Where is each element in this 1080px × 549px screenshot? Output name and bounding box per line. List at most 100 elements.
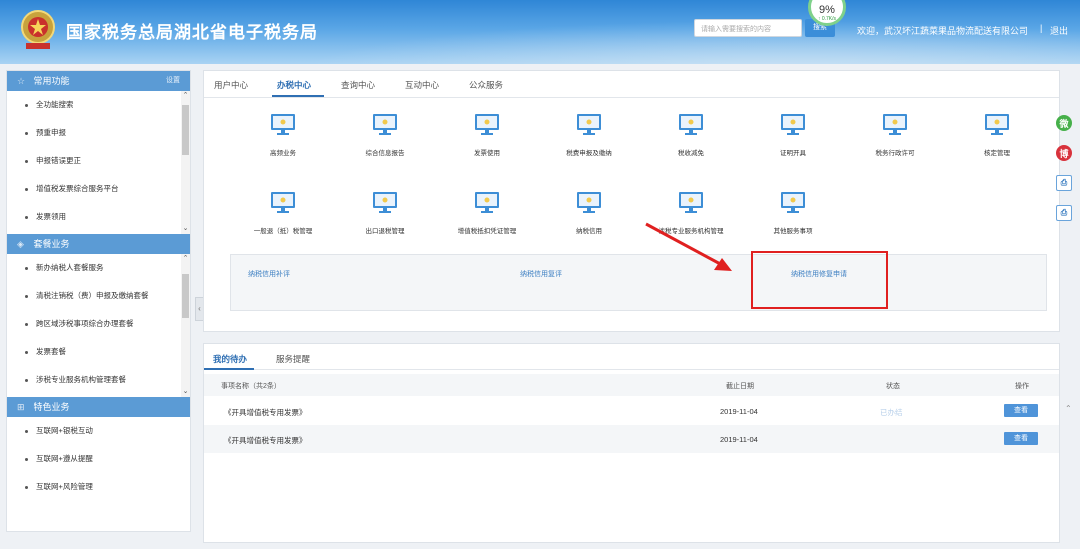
sidebar-item[interactable]: 涉税专业服务机构管理套餐 <box>7 366 190 394</box>
service-tile-label: 核定管理 <box>984 150 1010 157</box>
monitor-icon <box>373 114 397 135</box>
bullet-icon <box>25 159 28 163</box>
sidebar-item-label: 互联网+遵从提醒 <box>36 454 93 463</box>
sidebar-section-packages[interactable]: ◈ 套餐业务 <box>7 234 190 254</box>
service-tile-label: 出口退税管理 <box>365 228 405 235</box>
col-deadline: 截止日期 <box>726 383 754 390</box>
chevron-up-icon[interactable]: ⌃ <box>181 254 190 264</box>
tab-public-service[interactable]: 公众服务 <box>469 79 503 91</box>
service-tile[interactable]: 增值税抵扣凭证管理 <box>437 191 537 235</box>
service-tile[interactable]: 证明开具 <box>743 113 843 157</box>
credit-supplement-link[interactable]: 纳税信用补评 <box>248 269 290 279</box>
todo-tabs: 我的待办 服务提醒 <box>204 344 1059 370</box>
service-tile[interactable]: 高频业务 <box>233 113 333 157</box>
bullet-icon <box>25 103 28 107</box>
service-tile[interactable]: 税收减免 <box>641 113 741 157</box>
table-row: 《开具增值税专用发票》 2019-11-04 查看 <box>204 425 1059 453</box>
scrollbar-thumb[interactable] <box>182 274 189 318</box>
sidebar-item[interactable]: 互联网+风险管理 <box>7 473 190 501</box>
view-button[interactable]: 查看 <box>1004 404 1038 417</box>
active-tab-indicator <box>204 368 254 370</box>
bullet-icon <box>25 322 28 326</box>
service-tile-label: 发票使用 <box>474 150 500 157</box>
bullet-icon <box>25 266 28 270</box>
service-tile[interactable]: 税费申报及缴纳 <box>539 113 639 157</box>
service-tile-label: 税务行政许可 <box>875 150 915 157</box>
table-header: 事项名称（共2条） 截止日期 状态 操作 <box>204 374 1059 396</box>
service-tile[interactable]: 综合信息报告 <box>335 113 435 157</box>
logout-link[interactable]: 退出 <box>1050 24 1068 37</box>
tab-query-center[interactable]: 查询中心 <box>341 79 375 91</box>
wechat-icon[interactable]: 微 <box>1056 115 1072 131</box>
tab-my-todo[interactable]: 我的待办 <box>213 353 247 365</box>
sidebar-section-title: 特色业务 <box>33 402 70 412</box>
service-tile[interactable]: 一般退（抵）税管理 <box>233 191 333 235</box>
monitor-icon <box>475 114 499 135</box>
sidebar-item[interactable]: 清税注销税（费）申报及缴纳套餐 <box>7 282 190 310</box>
scrollbar-thumb[interactable] <box>182 105 189 155</box>
sidebar-section-featured[interactable]: ⊞ 特色业务 <box>7 397 190 417</box>
sidebar-section-title: 套餐业务 <box>33 239 70 249</box>
chevron-up-icon[interactable]: ⌃ <box>1065 404 1072 413</box>
weibo-icon[interactable]: 博 <box>1056 145 1072 161</box>
sidebar-scrollbar[interactable]: ⌃ ⌄ <box>181 91 190 234</box>
red-arrow-annotation <box>645 222 732 271</box>
monitor-icon <box>781 114 805 135</box>
sidebar-list-featured: 互联网+银税互动 互联网+遵从提醒 互联网+风险管理 <box>7 417 190 501</box>
search-input[interactable]: 请输入需要搜索的内容 <box>694 19 802 37</box>
sidebar-item-label: 互联网+风险管理 <box>36 482 93 491</box>
sidebar-item[interactable]: 发票领用 <box>7 203 190 231</box>
main-tabs: 用户中心 办税中心 查询中心 互动中心 公众服务 <box>204 71 1059 98</box>
service-tile[interactable]: 税务行政许可 <box>845 113 945 157</box>
sidebar-item-label: 新办纳税人套餐服务 <box>36 263 104 272</box>
credit-reassessment-link[interactable]: 纳税信用复评 <box>520 269 562 279</box>
tab-tax-center[interactable]: 办税中心 <box>277 79 311 91</box>
sidebar-settings-link[interactable]: 设置 <box>166 71 180 91</box>
row-name: 《开具增值税专用发票》 <box>224 408 307 417</box>
tab-user-center[interactable]: 用户中心 <box>214 79 248 91</box>
sidebar-item[interactable]: 全功能搜索 <box>7 91 190 119</box>
row-deadline: 2019-11-04 <box>720 435 758 444</box>
print-icon[interactable]: ⎙ <box>1056 175 1072 191</box>
col-status: 状态 <box>886 383 900 390</box>
chevron-down-icon[interactable]: ⌄ <box>181 387 190 397</box>
sidebar-scrollbar[interactable]: ⌃ ⌄ <box>181 254 190 397</box>
service-tile[interactable]: 发票使用 <box>437 113 537 157</box>
sidebar-item[interactable]: 互联网+银税互动 <box>7 417 190 445</box>
chevron-up-icon[interactable]: ⌃ <box>181 91 190 101</box>
sidebar-section-common[interactable]: ☆ 常用功能 设置 <box>7 71 190 91</box>
print-icon[interactable]: ⎙ <box>1056 205 1072 221</box>
sidebar-item[interactable]: 跨区域涉税事项综合办理套餐 <box>7 310 190 338</box>
service-tile-label: 证明开具 <box>780 150 806 157</box>
bullet-icon <box>25 429 28 433</box>
service-tile[interactable]: 纳税信用 <box>539 191 639 235</box>
service-tile[interactable]: 核定管理 <box>947 113 1047 157</box>
service-tile[interactable]: 其他服务事项 <box>743 191 843 235</box>
service-tile-label: 纳税信用 <box>576 228 602 235</box>
bullet-icon <box>25 187 28 191</box>
chevron-down-icon[interactable]: ⌄ <box>181 224 190 234</box>
service-tile-label: 税费申报及缴纳 <box>566 150 612 157</box>
sidebar-item[interactable]: 发票套餐 <box>7 338 190 366</box>
service-tile[interactable]: 出口退税管理 <box>335 191 435 235</box>
star-icon: ☆ <box>17 76 26 86</box>
sidebar-item[interactable]: 申报错误更正 <box>7 147 190 175</box>
tab-interaction-center[interactable]: 互动中心 <box>405 79 439 91</box>
sidebar-section-title: 常用功能 <box>33 76 70 86</box>
sidebar-item[interactable]: 增值税发票综合服务平台 <box>7 175 190 203</box>
tab-service-reminder[interactable]: 服务提醒 <box>276 353 310 365</box>
sidebar-list-packages: 新办纳税人套餐服务 清税注销税（费）申报及缴纳套餐 跨区域涉税事项综合办理套餐 … <box>7 254 190 397</box>
tax-emblem-logo <box>21 10 55 49</box>
sidebar-item[interactable]: 互联网+遵从提醒 <box>7 445 190 473</box>
view-button[interactable]: 查看 <box>1004 432 1038 445</box>
sidebar-item[interactable]: 预重申报 <box>7 119 190 147</box>
row-status: 已办结 <box>880 408 903 417</box>
sidebar-item-label: 跨区域涉税事项综合办理套餐 <box>36 319 134 328</box>
col-action: 操作 <box>1015 383 1029 390</box>
highlight-box <box>751 251 888 309</box>
sidebar-item[interactable]: 新办纳税人套餐服务 <box>7 254 190 282</box>
gauge-percent: 9% <box>819 4 835 16</box>
monitor-icon <box>679 114 703 135</box>
sidebar-item-label: 发票套餐 <box>36 347 66 356</box>
sidebar-item-label: 清税注销税（费）申报及缴纳套餐 <box>36 291 149 300</box>
